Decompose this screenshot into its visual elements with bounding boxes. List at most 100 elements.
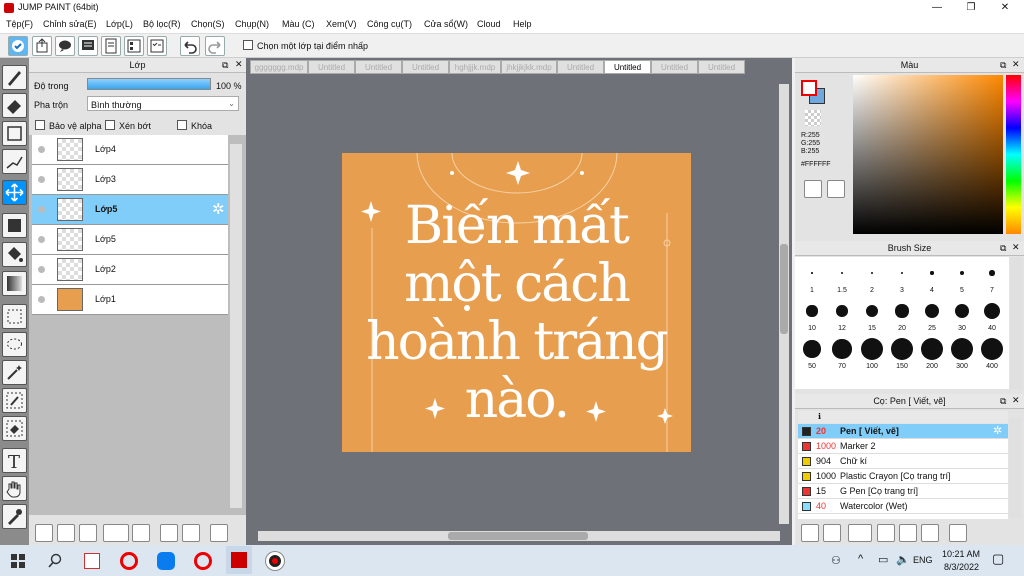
- language-indicator[interactable]: ENG: [913, 555, 933, 565]
- brush-copy-icon[interactable]: [877, 524, 895, 542]
- menu-view[interactable]: Xem(V): [326, 19, 357, 29]
- panel-float-icon[interactable]: ⧉: [1000, 243, 1006, 254]
- brush-row[interactable]: 904 Chữ kí: [798, 454, 1008, 469]
- clock-date[interactable]: 8/3/2022: [944, 562, 979, 572]
- undo-icon[interactable]: [180, 36, 200, 56]
- visibility-icon[interactable]: [38, 296, 45, 303]
- minimize-button[interactable]: —: [920, 0, 954, 16]
- layer-row[interactable]: Lớp4: [32, 135, 228, 165]
- lasso-tool-icon[interactable]: [2, 332, 27, 357]
- blend-select[interactable]: Bình thường ⌄: [87, 96, 239, 111]
- brush-size-option[interactable]: 1: [797, 261, 827, 294]
- tab[interactable]: Untitled: [308, 60, 355, 74]
- notification-icon[interactable]: ▢: [992, 551, 1004, 567]
- protect-alpha-checkbox[interactable]: [35, 120, 45, 130]
- brush-row[interactable]: 1000 Plastic Crayon [Cọ trang trí]: [798, 469, 1008, 484]
- check-icon[interactable]: [8, 36, 28, 56]
- new-layer-8bit-icon[interactable]: [57, 524, 75, 542]
- tab[interactable]: ggggggg.mdp: [250, 60, 308, 74]
- tab-active[interactable]: Untitled: [604, 60, 651, 74]
- message-icon[interactable]: [78, 36, 98, 56]
- maximize-button[interactable]: ❐: [954, 0, 988, 16]
- layer-row[interactable]: Lớp5: [32, 225, 228, 255]
- opera-gx-icon[interactable]: [194, 552, 212, 570]
- lock-checkbox[interactable]: [177, 120, 187, 130]
- text-tool-icon[interactable]: T: [2, 448, 27, 473]
- transparent-color-swatch[interactable]: [805, 110, 821, 126]
- app-taskbar-icon[interactable]: [84, 553, 100, 569]
- redo-icon[interactable]: [205, 36, 225, 56]
- select-layer-checkbox[interactable]: [243, 40, 253, 50]
- horizontal-scrollbar[interactable]: [258, 531, 780, 541]
- jump-paint-taskbar-button[interactable]: [226, 546, 252, 574]
- brush-list-scrollbar[interactable]: [1009, 418, 1021, 518]
- windows-start-icon[interactable]: [11, 554, 25, 568]
- brush-size-option[interactable]: 2: [857, 261, 887, 294]
- rectangle-tool-icon[interactable]: [2, 121, 27, 146]
- list-icon[interactable]: [124, 36, 144, 56]
- folder-icon[interactable]: [132, 524, 150, 542]
- network-icon[interactable]: ▭: [878, 553, 888, 566]
- brush-size-option[interactable]: 15: [857, 299, 887, 332]
- panel-close-icon[interactable]: ✕: [1012, 395, 1020, 406]
- tab[interactable]: hghjjjk.mdp: [449, 60, 501, 74]
- gradient-tool-icon[interactable]: [2, 271, 27, 296]
- menu-cloud[interactable]: Cloud: [477, 19, 501, 29]
- brush-row[interactable]: 15 G Pen [Cọ trang trí]: [798, 484, 1008, 499]
- layer-row[interactable]: Lớp1: [32, 285, 228, 315]
- add-layer-menu-icon[interactable]: [103, 524, 129, 542]
- select-pen-tool-icon[interactable]: [2, 388, 27, 413]
- search-icon[interactable]: [48, 553, 63, 568]
- brush-size-option[interactable]: 12: [827, 299, 857, 332]
- brush-size-option[interactable]: 5: [947, 261, 977, 294]
- brush-size-option[interactable]: 40: [977, 299, 1007, 332]
- tab[interactable]: Untitled: [355, 60, 402, 74]
- menu-window[interactable]: Cửa sổ(W): [424, 19, 468, 29]
- gear-icon[interactable]: ✲: [993, 424, 1002, 437]
- magic-wand-tool-icon[interactable]: [2, 360, 27, 385]
- layer-row[interactable]: Lớp2: [32, 255, 228, 285]
- eyedropper-tool-icon[interactable]: [2, 504, 27, 529]
- brush-size-option[interactable]: 400: [977, 337, 1007, 370]
- add-brush-icon[interactable]: [801, 524, 819, 542]
- checklist-icon[interactable]: [147, 36, 167, 56]
- vertical-scrollbar[interactable]: [779, 84, 789, 524]
- brush-size-option[interactable]: 7: [977, 261, 1007, 294]
- palette-icon[interactable]: [804, 180, 822, 198]
- rect-select-tool-icon[interactable]: [2, 304, 27, 329]
- panel-float-icon[interactable]: ⧉: [1000, 60, 1006, 71]
- clipping-checkbox[interactable]: [105, 120, 115, 130]
- brush-size-option[interactable]: 300: [947, 337, 977, 370]
- brush-size-option[interactable]: 20: [887, 299, 917, 332]
- layer-row[interactable]: Lớp3: [32, 165, 228, 195]
- menu-tools[interactable]: Công cụ(T): [367, 19, 412, 29]
- menu-layer[interactable]: Lớp(L): [106, 19, 133, 29]
- upload-icon[interactable]: [32, 36, 52, 56]
- menu-filter[interactable]: Bộ lọc(R): [143, 19, 181, 29]
- visibility-icon[interactable]: [38, 176, 45, 183]
- bucket-tool-icon[interactable]: [2, 242, 27, 267]
- pen-tool-icon[interactable]: [2, 65, 27, 90]
- tab[interactable]: jhkjjkjkk.mdp: [501, 60, 557, 74]
- move-tool-icon[interactable]: [2, 180, 27, 205]
- clock-time[interactable]: 10:21 AM: [942, 549, 980, 559]
- tab[interactable]: Untitled: [557, 60, 604, 74]
- panel-close-icon[interactable]: ✕: [1012, 59, 1020, 70]
- document-icon[interactable]: [101, 36, 121, 56]
- visibility-icon[interactable]: [38, 266, 45, 273]
- brush-size-option[interactable]: 50: [797, 337, 827, 370]
- menu-file[interactable]: Tệp(F): [6, 19, 33, 29]
- brush-size-option[interactable]: 1.5: [827, 261, 857, 294]
- brush-size-option[interactable]: 25: [917, 299, 947, 332]
- merge-icon[interactable]: [182, 524, 200, 542]
- new-brush-icon[interactable]: [823, 524, 841, 542]
- panel-float-icon[interactable]: ⧉: [222, 60, 228, 71]
- brush-size-option[interactable]: 10: [797, 299, 827, 332]
- panel-close-icon[interactable]: ✕: [235, 59, 243, 70]
- tab[interactable]: Untitled: [402, 60, 449, 74]
- brush-size-option[interactable]: 4: [917, 261, 947, 294]
- menu-help[interactable]: Help: [513, 19, 532, 29]
- brush-duplicate-icon[interactable]: [921, 524, 939, 542]
- visibility-icon[interactable]: [38, 236, 45, 243]
- brush-row[interactable]: 1000 Marker 2: [798, 439, 1008, 454]
